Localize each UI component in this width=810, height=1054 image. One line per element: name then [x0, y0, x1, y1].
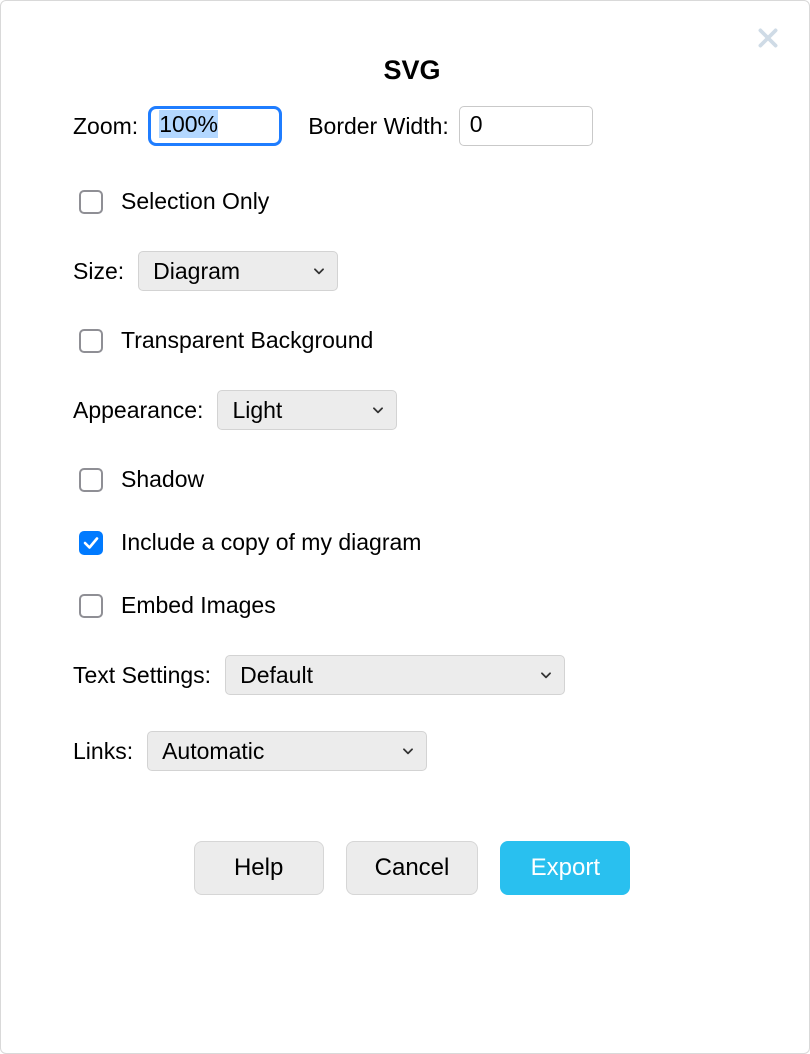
- links-label: Links:: [73, 738, 133, 765]
- export-button[interactable]: Export: [500, 841, 630, 895]
- export-dialog: SVG Zoom: 100% Border Width: 0 Selection…: [0, 0, 810, 1054]
- zoom-input[interactable]: 100%: [148, 106, 282, 146]
- border-width-value: 0: [470, 111, 483, 137]
- chevron-down-icon: [538, 667, 554, 683]
- text-settings-label: Text Settings:: [73, 662, 211, 689]
- include-copy-label: Include a copy of my diagram: [121, 529, 421, 556]
- embed-images-row: Embed Images: [73, 592, 751, 619]
- selection-only-row: Selection Only: [73, 188, 751, 215]
- transparent-bg-row: Transparent Background: [73, 327, 751, 354]
- zoom-label: Zoom:: [73, 113, 138, 140]
- include-copy-checkbox[interactable]: [79, 531, 103, 555]
- links-value: Automatic: [162, 738, 264, 765]
- size-select[interactable]: Diagram: [138, 251, 338, 291]
- help-button[interactable]: Help: [194, 841, 324, 895]
- appearance-select[interactable]: Light: [217, 390, 397, 430]
- chevron-down-icon: [370, 402, 386, 418]
- transparent-bg-checkbox[interactable]: [79, 329, 103, 353]
- chevron-down-icon: [400, 743, 416, 759]
- appearance-label: Appearance:: [73, 397, 203, 424]
- selection-only-checkbox[interactable]: [79, 190, 103, 214]
- selection-only-label: Selection Only: [121, 188, 269, 215]
- cancel-button[interactable]: Cancel: [346, 841, 479, 895]
- zoom-border-row: Zoom: 100% Border Width: 0: [73, 106, 751, 146]
- appearance-row: Appearance: Light: [73, 390, 751, 430]
- text-settings-select[interactable]: Default: [225, 655, 565, 695]
- links-row: Links: Automatic: [73, 731, 751, 771]
- border-width-label: Border Width:: [308, 113, 449, 140]
- zoom-value: 100%: [159, 110, 218, 138]
- include-copy-row: Include a copy of my diagram: [73, 529, 751, 556]
- dialog-title: SVG: [73, 55, 751, 86]
- shadow-checkbox[interactable]: [79, 468, 103, 492]
- size-label: Size:: [73, 258, 124, 285]
- border-width-input[interactable]: 0: [459, 106, 593, 146]
- links-select[interactable]: Automatic: [147, 731, 427, 771]
- size-value: Diagram: [153, 258, 240, 285]
- text-settings-value: Default: [240, 662, 313, 689]
- chevron-down-icon: [311, 263, 327, 279]
- dialog-footer: Help Cancel Export: [73, 841, 751, 895]
- embed-images-checkbox[interactable]: [79, 594, 103, 618]
- close-icon[interactable]: [753, 23, 783, 53]
- transparent-bg-label: Transparent Background: [121, 327, 373, 354]
- text-settings-row: Text Settings: Default: [73, 655, 751, 695]
- appearance-value: Light: [232, 397, 282, 424]
- embed-images-label: Embed Images: [121, 592, 276, 619]
- size-row: Size: Diagram: [73, 251, 751, 291]
- shadow-label: Shadow: [121, 466, 204, 493]
- shadow-row: Shadow: [73, 466, 751, 493]
